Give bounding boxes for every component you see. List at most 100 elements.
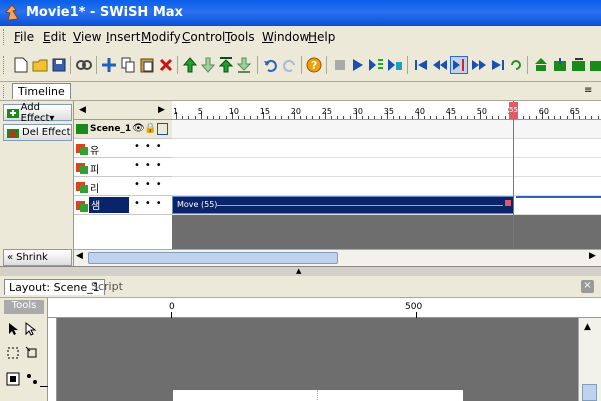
stage-vscrollbar[interactable]: ▲ <box>578 318 601 401</box>
fill-tool-icon[interactable] <box>6 372 20 386</box>
frame-row-underline <box>516 196 601 198</box>
tree-icon[interactable] <box>532 56 550 74</box>
lock-icon[interactable]: 🔒 <box>144 123 156 134</box>
del-effect-label: Del Effect <box>22 127 71 138</box>
redo-icon[interactable] <box>280 56 298 74</box>
frame-row-selected[interactable]: Move (55) <box>172 196 601 215</box>
ruler-tick <box>349 116 351 119</box>
splitter-arrow-icon[interactable]: ▲ <box>296 267 301 275</box>
subselect-tool-icon[interactable] <box>25 322 37 336</box>
scroll-right-icon[interactable]: ▶ <box>589 251 596 261</box>
move-effect-bar[interactable]: Move (55) <box>172 196 514 214</box>
layer-row[interactable]: 유 ••• <box>74 139 172 158</box>
save-icon[interactable] <box>50 56 68 74</box>
menu-help[interactable]: Help <box>308 30 335 44</box>
move-icon[interactable] <box>100 56 118 74</box>
shrink-button[interactable]: « Shrink <box>3 249 72 266</box>
frame-marker-icon[interactable] <box>450 56 468 74</box>
bottom-icon[interactable] <box>235 56 253 74</box>
menu-control[interactable]: Control <box>182 30 225 44</box>
menu-file[interactable]: File <box>14 30 34 44</box>
end-icon[interactable] <box>489 56 507 74</box>
layer-row[interactable]: 리 ••• <box>74 177 172 196</box>
scroll-up-icon[interactable]: ▲ <box>584 322 591 332</box>
loop-icon[interactable] <box>507 56 525 74</box>
prev-icon[interactable] <box>431 56 449 74</box>
new-icon[interactable] <box>12 56 30 74</box>
ruler-tick <box>213 116 215 119</box>
movie-canvas[interactable] <box>173 390 463 401</box>
delete-icon[interactable] <box>157 56 175 74</box>
scene-row[interactable]: Scene_1 👁 🔒 <box>74 120 172 139</box>
down-icon[interactable] <box>199 56 217 74</box>
add-effect-button[interactable]: Add Effect▾ <box>3 102 72 124</box>
rewind-icon[interactable] <box>412 56 430 74</box>
ruler-tick <box>182 116 184 119</box>
vscroll-thumb[interactable] <box>582 384 597 401</box>
toolbar-grip[interactable] <box>3 56 6 74</box>
copy-icon[interactable] <box>119 56 137 74</box>
menu-edit[interactable]: Edit <box>43 30 66 44</box>
select-tool-icon[interactable] <box>8 322 20 336</box>
play-icon[interactable] <box>349 56 367 74</box>
scroll-thumb[interactable] <box>88 252 338 264</box>
next-icon[interactable] <box>470 56 488 74</box>
paste-icon[interactable] <box>138 56 156 74</box>
reshape-tool-icon[interactable] <box>25 346 39 360</box>
panel-splitter[interactable]: ▲ <box>0 266 601 276</box>
panel-grip[interactable] <box>3 85 6 98</box>
scroll-left-icon[interactable]: ◀ <box>76 251 83 261</box>
nav-left-icon[interactable]: ◀ <box>79 105 86 115</box>
undo-icon[interactable] <box>262 56 280 74</box>
transform-tool-icon[interactable] <box>6 346 20 360</box>
close-icon[interactable]: × <box>581 280 594 293</box>
menu-modify[interactable]: Modify <box>141 30 181 44</box>
open-icon[interactable] <box>31 56 49 74</box>
tab-script[interactable]: Script <box>91 280 123 293</box>
menu-insert[interactable]: Insert <box>106 30 140 44</box>
menu-grip[interactable] <box>3 29 6 45</box>
play-scene-icon[interactable] <box>386 56 404 74</box>
frame-ruler[interactable]: 15101520253035404550556065 <box>172 101 601 120</box>
menu-view[interactable]: View <box>73 30 101 44</box>
stage[interactable] <box>57 318 578 401</box>
tab-layout[interactable]: Layout: Scene_1 <box>4 279 105 295</box>
test-icon[interactable] <box>589 56 601 74</box>
nav-right-icon[interactable]: ▶ <box>158 105 165 115</box>
menu-window[interactable]: Window <box>262 30 309 44</box>
ruler-tick <box>492 116 494 119</box>
layer-row-selected[interactable]: 샘 ••• <box>74 196 172 215</box>
up-icon[interactable] <box>181 56 199 74</box>
help-icon[interactable]: ? <box>305 56 323 74</box>
motion-tool-icon[interactable] <box>25 372 39 386</box>
playhead[interactable]: 55 <box>509 102 518 119</box>
eye-icon[interactable]: 👁 <box>132 123 145 134</box>
frame-row[interactable] <box>172 139 601 158</box>
ruler-tick <box>374 116 376 119</box>
publish-icon[interactable] <box>570 56 588 74</box>
timeline-hscrollbar[interactable]: ◀ ▶ <box>74 249 601 266</box>
frame-row[interactable] <box>172 177 601 196</box>
keyframe-icon[interactable] <box>505 200 511 206</box>
ruler-frame-label: 15 <box>259 107 270 116</box>
top-icon[interactable] <box>217 56 235 74</box>
del-effect-button[interactable]: Del Effect <box>3 124 72 141</box>
scene-frame-row[interactable] <box>172 120 601 139</box>
ruler-frame-label: 1 <box>173 107 179 116</box>
play-frame-icon[interactable] <box>367 56 385 74</box>
panel-menu-icon[interactable]: ≡ <box>584 85 592 96</box>
menu-tools[interactable]: Tools <box>225 30 255 44</box>
layer-row[interactable]: 피 ••• <box>74 158 172 177</box>
ruler-tick <box>554 116 556 119</box>
ruler-tick <box>225 116 227 119</box>
ruler-tick <box>486 116 487 119</box>
tab-timeline[interactable]: Timeline <box>12 83 71 99</box>
stop-icon[interactable] <box>331 56 349 74</box>
ruler-tick <box>585 116 587 119</box>
frame-row[interactable] <box>172 158 601 177</box>
text-object-icon <box>76 163 88 174</box>
export-icon[interactable] <box>551 56 569 74</box>
ruler-tick <box>548 116 549 119</box>
outline-icon[interactable] <box>157 123 168 135</box>
link-icon[interactable] <box>75 56 93 74</box>
